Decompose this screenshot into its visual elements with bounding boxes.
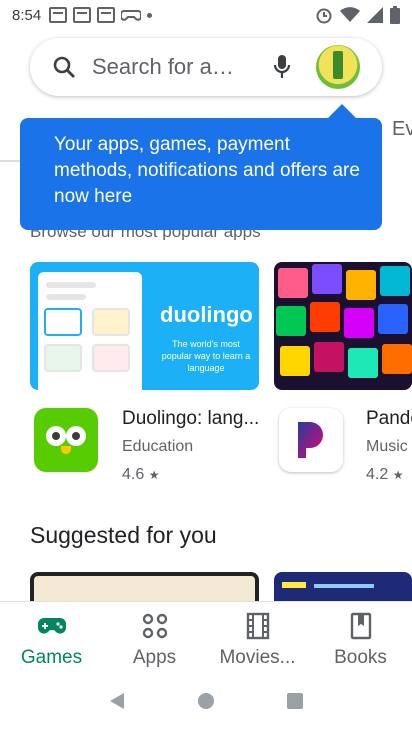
duolingo-promo-title: duolingo [160,302,253,327]
notification-icons [49,7,153,23]
search-bar[interactable]: Search for ap... [30,38,382,96]
home-icon[interactable] [196,691,216,711]
pandora-promo-image[interactable] [274,262,412,390]
calendar-icon [49,7,68,23]
app-name[interactable]: Pando [366,408,412,430]
star-icon: ★ [392,468,404,482]
recents-icon[interactable] [286,692,304,710]
star-icon: ★ [148,468,160,482]
battery-icon [390,6,400,24]
nav-games[interactable]: Games [0,602,103,670]
duolingo-promo-subtitle: The world's most popular way to learn a … [161,339,251,373]
account-tooltip[interactable]: Your apps, games, payment methods, notif… [20,104,382,230]
nav-label: Games [20,647,83,668]
app-category: Music [366,438,408,455]
bottom-navigation: Games Apps Movies... Books [0,601,412,670]
nav-label: Movies... [219,647,296,668]
suggested-card[interactable] [274,572,412,602]
status-right-icons [315,6,400,24]
nav-apps[interactable]: Apps [103,602,206,670]
status-time: 8:54 [12,6,42,24]
apps-icon [142,611,168,641]
nav-movies[interactable]: Movies... [206,602,309,670]
dot-icon [147,12,153,18]
rating-value: 4.6 [122,466,145,483]
nav-books[interactable]: Books [309,602,412,670]
microphone-icon[interactable] [270,53,294,81]
rating-value: 4.2 [366,466,389,483]
movies-icon [246,611,270,641]
suggested-card[interactable] [30,572,259,602]
calendar-icon [97,7,116,23]
system-navigation [0,670,412,732]
duolingo-app-icon[interactable] [34,408,98,472]
duolingo-promo-image[interactable]: duolingo The world's most popular way to… [30,262,259,390]
suggested-section-title: Suggested for you [30,522,217,548]
books-icon [350,611,372,641]
back-icon[interactable] [108,691,126,711]
search-icon [50,53,78,81]
app-rating: 4.6 ★ [122,466,159,484]
status-bar: 8:54 [0,0,412,30]
game-controller-icon [121,10,142,21]
app-category: Education [122,438,194,455]
games-icon [37,611,66,641]
duolingo-screenshot [38,272,142,390]
tooltip-text: Your apps, games, payment methods, notif… [54,134,360,207]
search-input[interactable]: Search for ap... [92,54,242,80]
wifi-icon [340,7,360,22]
pandora-app-icon[interactable] [279,408,343,472]
app-name[interactable]: Duolingo: lang... [122,408,262,430]
top-tab-peek[interactable]: Ev [392,118,412,141]
nav-label: Apps [132,647,177,668]
tab-divider [0,160,22,162]
account-avatar[interactable] [316,45,360,89]
calendar-icon [73,7,92,23]
signal-icon [367,7,383,23]
alarm-icon [316,8,332,24]
nav-label: Books [334,647,387,668]
app-rating: 4.2 ★ [366,466,403,484]
